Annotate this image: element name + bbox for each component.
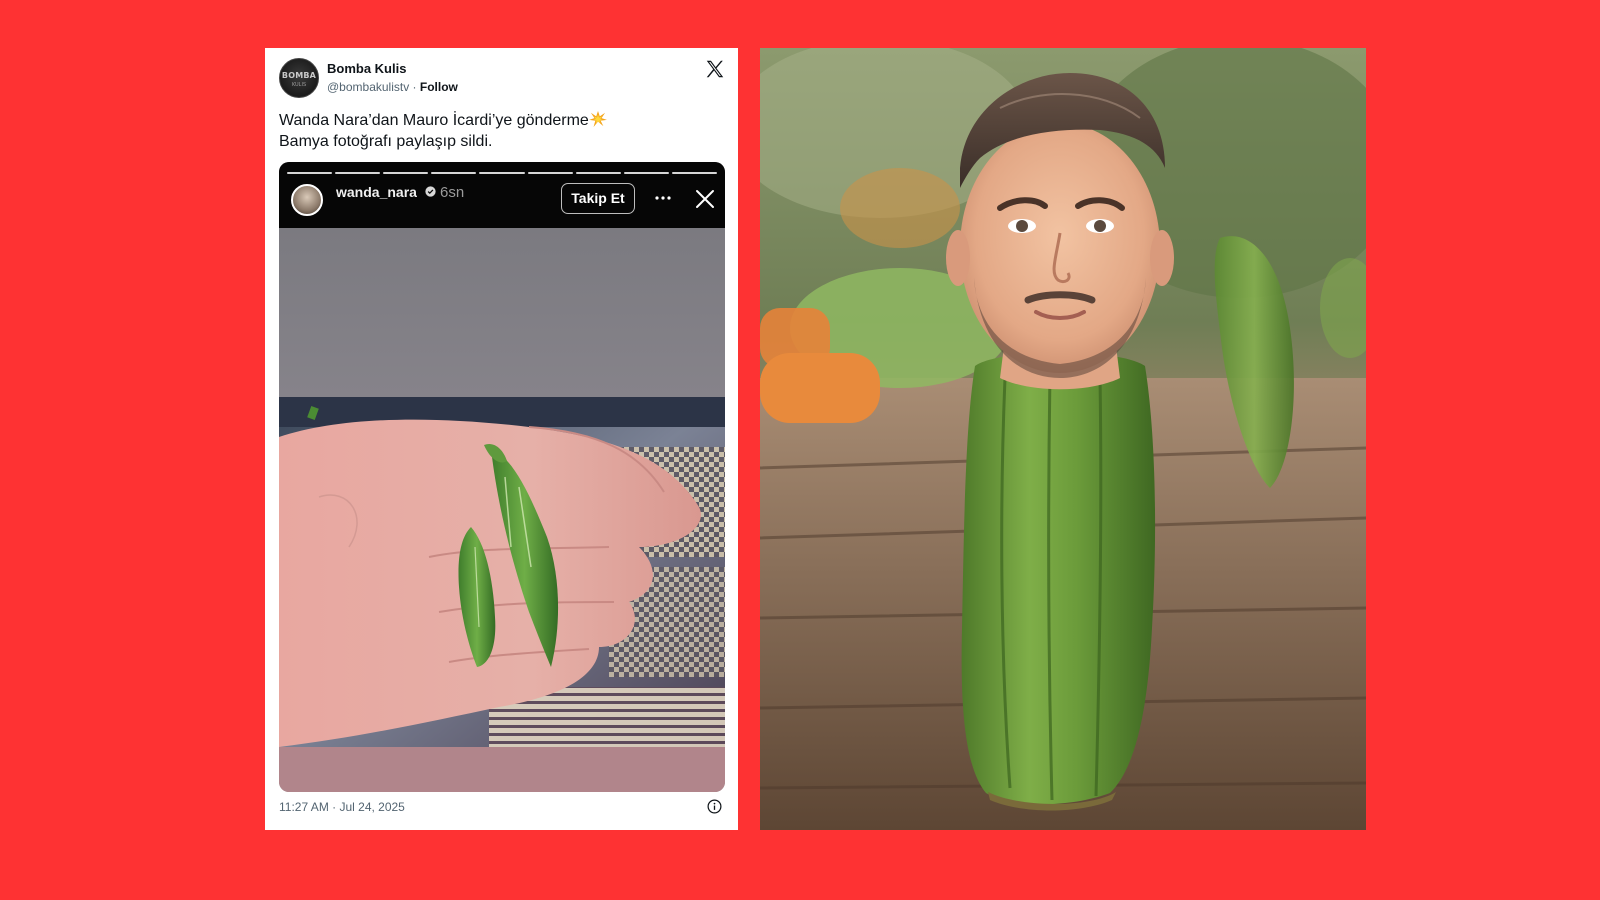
okra-face-meme-photo [760, 48, 1366, 830]
display-name[interactable]: Bomba Kulis [327, 61, 406, 76]
story-top-fill [279, 228, 725, 397]
tweet-text-line-1: Wanda Nara’dan Mauro İcardi’ye gönderme [279, 112, 589, 129]
okra-hand-photo [279, 397, 725, 747]
follow-button[interactable]: Takip Et [561, 183, 635, 214]
follow-link[interactable]: Follow [420, 80, 458, 94]
story-bottom-fill [279, 747, 725, 792]
instagram-story-screenshot[interactable]: wanda_nara 6sn Takip Et [279, 162, 725, 792]
handle-separator: · [409, 80, 420, 94]
avatar-logo-subtext: KULIS [291, 82, 307, 88]
tweet-text: Wanda Nara’dan Mauro İcardi’ye gönderme … [279, 110, 719, 152]
verified-badge-icon [425, 186, 436, 197]
story-progress-segment [335, 172, 381, 174]
tweet-timestamp[interactable]: 11:27 AM · Jul 24, 2025 [279, 800, 405, 814]
info-icon[interactable] [707, 799, 722, 814]
story-progress-segment [479, 172, 525, 174]
story-progress-segment [383, 172, 429, 174]
handle-line: @bombakulistv · Follow [327, 80, 458, 94]
profile-avatar[interactable]: BOMBA KULIS [279, 58, 319, 98]
collision-emoji-icon [588, 111, 607, 127]
story-progress-segment [671, 172, 717, 174]
avatar-logo-text: BOMBA [281, 71, 317, 80]
story-progress-segment [431, 172, 477, 174]
more-options-icon[interactable] [653, 188, 673, 208]
story-progress-segment [623, 172, 669, 174]
tweet-text-line-2: Bamya fotoğrafı paylaşıp sildi. [279, 133, 493, 150]
user-handle[interactable]: @bombakulistv [327, 80, 409, 94]
story-progress-segment [527, 172, 573, 174]
story-username[interactable]: wanda_nara [336, 184, 417, 200]
tweet-card: BOMBA KULIS Bomba Kulis @bombakulistv · … [265, 48, 738, 830]
x-logo-icon[interactable] [704, 58, 726, 80]
story-time: 6sn [440, 184, 465, 201]
story-progress-bars [287, 172, 717, 174]
close-icon[interactable] [694, 188, 716, 210]
story-avatar[interactable] [291, 184, 323, 216]
story-progress-segment [287, 172, 333, 174]
story-progress-segment [575, 172, 621, 174]
story-header: wanda_nara 6sn Takip Et [279, 162, 725, 228]
